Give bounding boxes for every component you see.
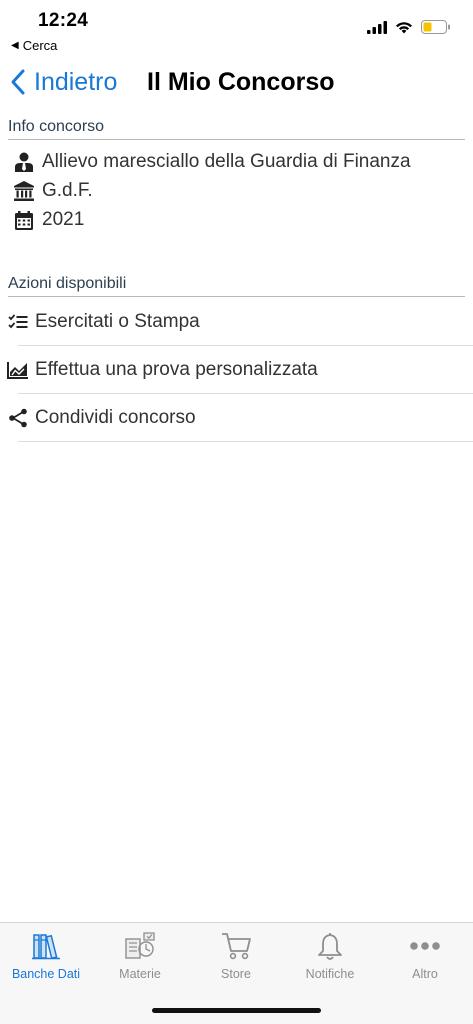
area-chart-icon — [7, 359, 29, 381]
tab-banche-dati[interactable]: Banche Dati — [0, 929, 93, 989]
info-item-text: 2021 — [42, 209, 85, 230]
action-share-exam[interactable]: Condividi concorso — [0, 394, 473, 442]
info-item-text: Allievo maresciallo della Guardia di Fin… — [42, 151, 411, 172]
status-time: 12:24 — [38, 10, 89, 31]
action-practice-or-print[interactable]: Esercitati o Stampa — [0, 298, 473, 346]
info-item-organization: G.d.F. — [14, 177, 93, 205]
action-label: Effettua una prova personalizzata — [35, 359, 318, 380]
action-custom-test[interactable]: Effettua una prova personalizzata — [0, 346, 473, 394]
share-icon — [7, 407, 29, 429]
back-to-app-label: Cerca — [22, 38, 58, 53]
info-item-year: 2021 — [14, 206, 84, 234]
page-title: Il Mio Concorso — [147, 67, 335, 96]
status-icons — [367, 20, 451, 34]
user-tie-icon — [14, 151, 34, 173]
bell-icon — [313, 929, 347, 963]
back-to-app-link[interactable]: ◀ Cerca — [11, 38, 57, 53]
books-icon — [29, 929, 63, 963]
tab-altro[interactable]: Altro — [378, 929, 472, 989]
info-item-exam-name: Allievo maresciallo della Guardia di Fin… — [14, 148, 411, 176]
subjects-icon — [123, 929, 157, 963]
info-item-text: G.d.F. — [42, 180, 93, 201]
tab-label: Altro — [412, 967, 438, 981]
chevron-left-icon — [11, 69, 25, 95]
cellular-signal-icon — [367, 20, 387, 34]
tab-label: Materie — [119, 967, 161, 981]
more-dots-icon — [408, 929, 442, 963]
back-button-label: Indietro — [34, 67, 118, 96]
status-bar: 12:24 ◀ Cerca — [0, 0, 473, 56]
cart-icon — [219, 929, 253, 963]
checklist-icon — [7, 311, 29, 333]
actions-section-header: Azioni disponibili — [8, 275, 465, 297]
info-section-header: Info concorso — [8, 118, 465, 140]
wifi-icon — [396, 21, 412, 33]
tab-label: Banche Dati — [11, 967, 81, 981]
calendar-icon — [14, 209, 34, 231]
action-label: Condividi concorso — [35, 407, 196, 428]
tab-store[interactable]: Store — [189, 929, 283, 989]
row-divider — [18, 441, 473, 442]
tab-label: Notifiche — [305, 967, 355, 981]
navigation-bar: Indietro Il Mio Concorso — [0, 62, 473, 102]
action-label: Esercitati o Stampa — [35, 311, 200, 332]
tab-notifiche[interactable]: Notifiche — [283, 929, 377, 989]
battery-icon — [421, 20, 450, 34]
tab-materie[interactable]: Materie — [93, 929, 187, 989]
triangle-left-icon: ◀ — [11, 40, 19, 51]
tab-label: Store — [221, 967, 251, 981]
back-button[interactable]: Indietro — [10, 62, 117, 102]
home-indicator[interactable] — [152, 1008, 321, 1013]
institution-icon — [14, 180, 34, 202]
